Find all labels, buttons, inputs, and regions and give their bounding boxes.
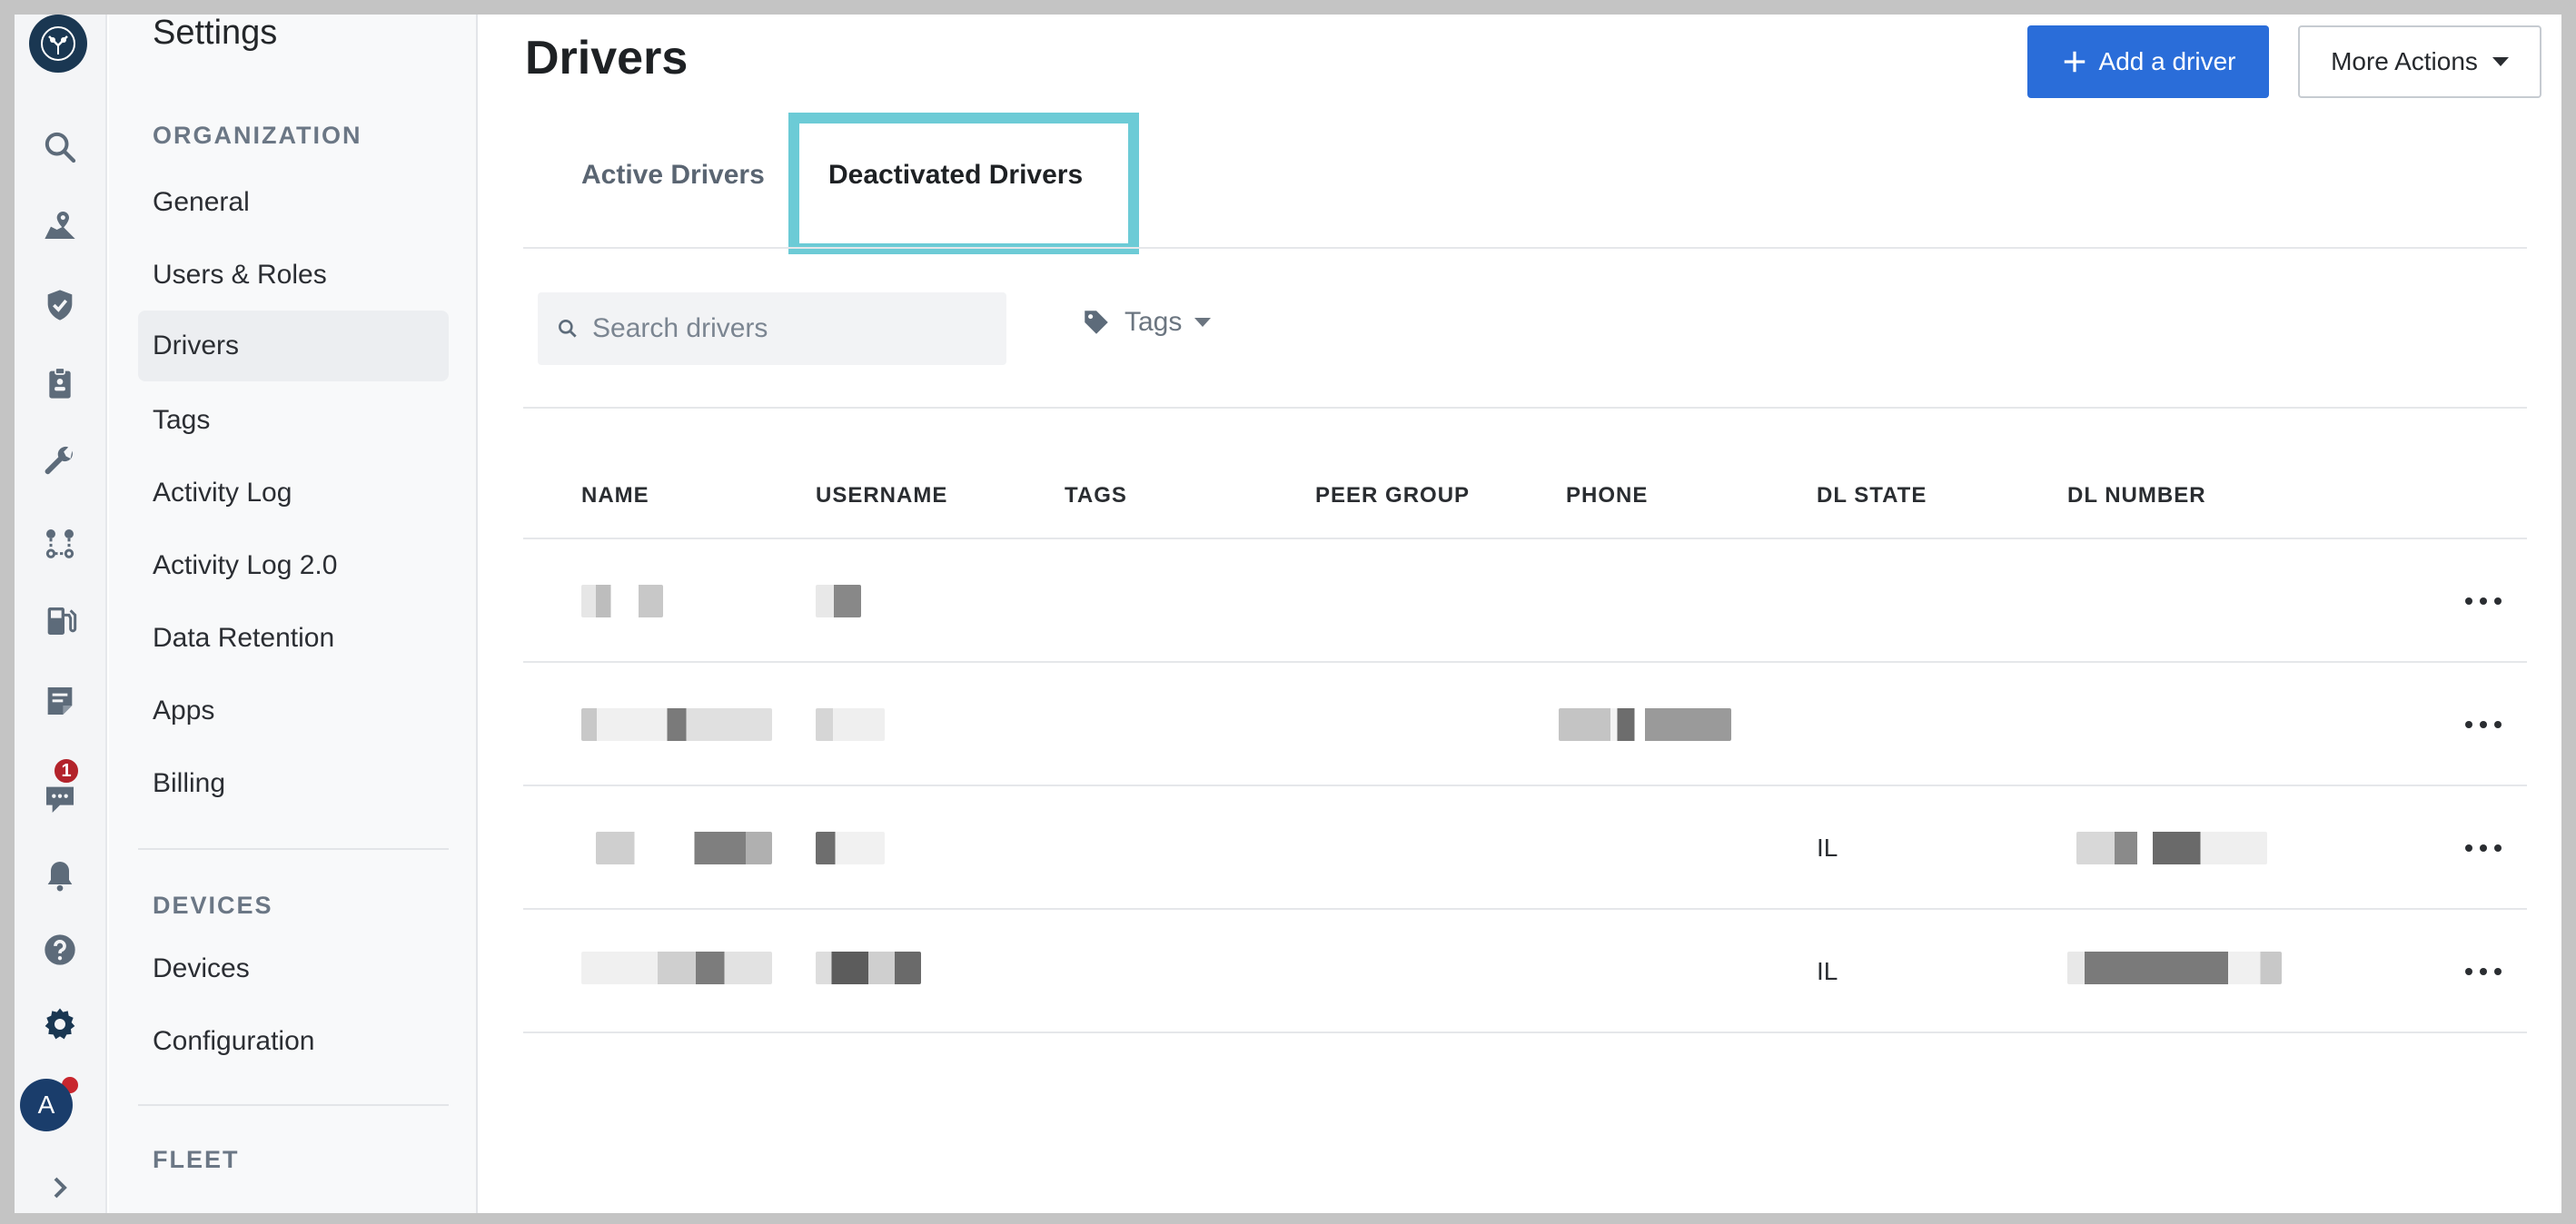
document-icon[interactable]: [33, 674, 87, 728]
sidebar-title: Settings: [153, 15, 278, 52]
column-header-name[interactable]: NAME: [581, 483, 649, 508]
tab-highlight-box: [788, 113, 1139, 254]
icon-rail: 1 A: [15, 15, 107, 1213]
caret-down-icon: [1194, 318, 1212, 327]
redacted-name: [581, 708, 772, 741]
row-more-icon[interactable]: [2465, 959, 2502, 984]
redacted-name: [581, 585, 663, 617]
column-header-username[interactable]: USERNAME: [816, 483, 947, 508]
settings-gear-icon[interactable]: [33, 997, 87, 1051]
sidebar-item-drivers[interactable]: Drivers: [138, 311, 449, 381]
help-icon[interactable]: [33, 923, 87, 977]
redacted-dl-number: [2076, 832, 2267, 864]
redacted-username: [816, 708, 885, 741]
add-driver-button[interactable]: Add a driver: [2027, 25, 2269, 98]
map-pin-icon[interactable]: [33, 198, 87, 252]
table-row[interactable]: IL: [523, 786, 2527, 910]
sidebar-item-apps[interactable]: Apps: [138, 676, 449, 746]
row-more-icon[interactable]: [2465, 712, 2502, 737]
section-heading-fleet: FLEET: [153, 1146, 240, 1173]
dl-state-cell: IL: [1817, 834, 1838, 862]
sidebar-item-configuration[interactable]: Configuration: [138, 1006, 449, 1077]
redacted-username: [816, 832, 885, 864]
section-heading-organization: ORGANIZATION: [153, 122, 362, 149]
redacted-username: [816, 585, 861, 617]
column-header-dl-number[interactable]: DL NUMBER: [2067, 483, 2206, 508]
more-actions-button[interactable]: More Actions: [2298, 25, 2541, 98]
filter-divider: [523, 407, 2527, 409]
expand-chevron-icon[interactable]: [33, 1160, 87, 1213]
column-header-peer-group[interactable]: PEER GROUP: [1315, 483, 1470, 508]
sidebar-divider: [138, 1104, 449, 1106]
search-icon: [559, 320, 577, 338]
avatar[interactable]: A: [20, 1079, 73, 1131]
app-window: 1 A Settings ORGANIZATION General Users …: [15, 15, 2561, 1213]
column-header-dl-state[interactable]: DL STATE: [1817, 483, 1927, 508]
plus-icon: [2064, 51, 2085, 73]
owl-logo-icon[interactable]: [29, 15, 87, 73]
table-row[interactable]: [523, 539, 2527, 663]
main-content: Drivers Add a driver More Actions Active…: [480, 15, 2561, 1213]
fuel-pump-icon[interactable]: [33, 594, 87, 648]
tab-active-drivers[interactable]: Active Drivers: [581, 160, 765, 191]
sidebar-item-activity-log-2[interactable]: Activity Log 2.0: [138, 530, 449, 601]
sidebar-item-devices[interactable]: Devices: [138, 933, 449, 1004]
search-box[interactable]: [538, 292, 1006, 365]
section-heading-devices: DEVICES: [153, 892, 273, 919]
sidebar-item-users-roles[interactable]: Users & Roles: [138, 240, 449, 311]
add-driver-label: Add a driver: [2098, 47, 2236, 75]
sidebar-item-general[interactable]: General: [138, 167, 449, 238]
caret-down-icon: [2492, 57, 2509, 66]
column-header-tags[interactable]: TAGS: [1065, 483, 1127, 508]
redacted-name: [596, 832, 772, 864]
notification-badge: 1: [53, 757, 80, 785]
settings-sidebar: Settings ORGANIZATION General Users & Ro…: [109, 15, 478, 1213]
row-more-icon[interactable]: [2465, 835, 2502, 861]
table-row[interactable]: IL: [523, 910, 2527, 1033]
clipboard-icon[interactable]: [33, 356, 87, 410]
page-title: Drivers: [525, 32, 689, 84]
search-input[interactable]: [592, 313, 992, 344]
search-icon[interactable]: [33, 120, 87, 174]
shield-check-icon[interactable]: [33, 278, 87, 332]
wrench-icon[interactable]: [33, 436, 87, 490]
redacted-username: [816, 952, 921, 984]
tags-filter-dropdown[interactable]: Tags: [1081, 307, 1212, 338]
redacted-phone: [1559, 708, 1731, 741]
bell-icon[interactable]: [33, 848, 87, 903]
dl-state-cell: IL: [1817, 957, 1838, 985]
more-actions-label: More Actions: [2331, 47, 2478, 75]
redacted-dl-number: [2067, 952, 2282, 984]
sidebar-item-activity-log[interactable]: Activity Log: [138, 458, 449, 528]
sidebar-item-billing[interactable]: Billing: [138, 748, 449, 819]
column-header-phone[interactable]: PHONE: [1566, 483, 1648, 508]
redacted-name: [581, 952, 772, 984]
tag-icon: [1085, 311, 1108, 334]
row-more-icon[interactable]: [2465, 588, 2502, 614]
tags-filter-label: Tags: [1125, 307, 1183, 337]
sidebar-divider: [138, 848, 449, 850]
sidebar-item-tags[interactable]: Tags: [138, 385, 449, 456]
route-icon[interactable]: [33, 516, 87, 570]
tabs-divider: [523, 247, 2527, 249]
table-row[interactable]: [523, 663, 2527, 786]
sidebar-item-data-retention[interactable]: Data Retention: [138, 603, 449, 674]
